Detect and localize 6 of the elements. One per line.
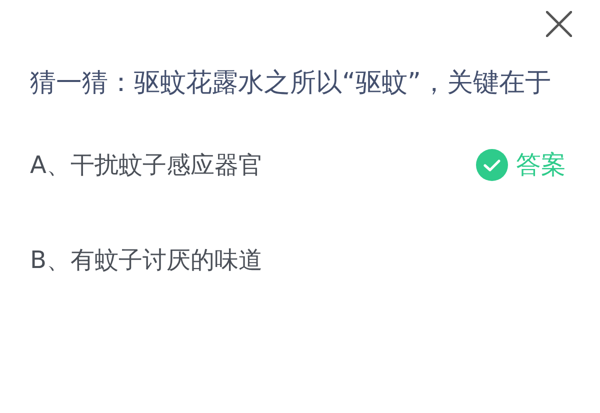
answer-label: 答案 — [516, 149, 566, 182]
close-icon — [546, 11, 572, 37]
option-text[interactable]: B、有蚊子讨厌的味道 — [30, 242, 262, 278]
question-text: 猜一猜：驱蚊花露水之所以“驱蚊”，关键在于 — [30, 67, 552, 100]
option-text[interactable]: A、干扰蚊子感应器官 — [30, 147, 262, 183]
close-button[interactable] — [543, 8, 575, 40]
